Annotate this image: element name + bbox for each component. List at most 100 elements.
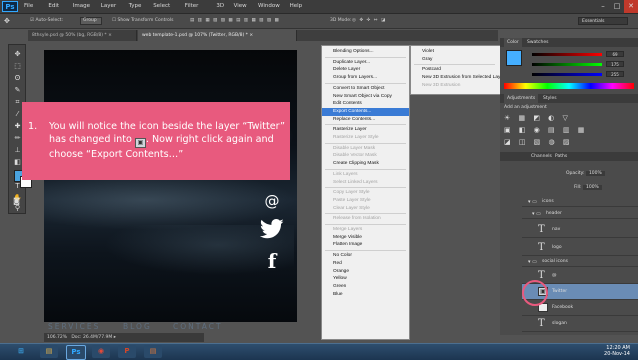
tab-channels[interactable]: Channels	[528, 152, 555, 161]
3d-mode-buttons[interactable]: ◎ ✥ ✣ ⇔ ◪	[352, 17, 386, 25]
clock-date: 20-Nov-14	[604, 351, 630, 357]
folder-icon: ▾ ▭	[528, 259, 537, 265]
menu-item-release-from-isolation: Release from Isolation	[333, 216, 381, 222]
tab-8thsyle[interactable]: 8thsyle.psd @ 50% (bg, RGB/8) * ×	[28, 30, 137, 41]
marquee-tool-icon[interactable]: ⬚	[12, 61, 23, 71]
close-icon[interactable]: ×	[108, 33, 112, 38]
menu-item-replace-contents[interactable]: Replace Contents...	[322, 116, 409, 124]
windows-start-icon[interactable]: ⊞	[12, 345, 30, 358]
green-value[interactable]: 175	[606, 61, 624, 67]
maximize-button[interactable]: □	[610, 0, 624, 13]
menu-image[interactable]: Image	[73, 0, 90, 13]
photoshop-icon[interactable]: Ps	[66, 345, 86, 360]
show-transform-checkbox[interactable]: ☐ Show Transform Controls	[112, 17, 173, 25]
document-canvas[interactable]: @ f	[44, 50, 297, 322]
red-value[interactable]: 69	[606, 51, 624, 57]
minimize-button[interactable]: –	[596, 0, 610, 13]
menu-item-create-clipping-mask[interactable]: Create Clipping Mask	[322, 160, 409, 168]
menu-select[interactable]: Select	[153, 0, 170, 13]
zoom-level[interactable]: 106.72%	[47, 335, 67, 340]
menu-bar: Ps File Edit Image Layer Type Select Filter 3D V…	[0, 0, 638, 14]
blue-slider[interactable]	[532, 73, 602, 76]
menu-edit[interactable]: Edit	[48, 0, 59, 13]
move-tool-icon[interactable]: ✥	[12, 49, 23, 59]
footer-contact: CONTACT	[173, 322, 223, 331]
tab-web-template[interactable]: web template-1.psd @ 107% (Twitter, RGB/…	[138, 30, 297, 41]
tab-styles[interactable]: Styles	[540, 94, 560, 103]
menu-file[interactable]: File	[24, 0, 33, 13]
menu-view[interactable]: View	[234, 0, 247, 13]
menu-item-blending-options[interactable]: Blending Options...	[322, 48, 409, 56]
quick-select-tool-icon[interactable]: ✎	[12, 85, 23, 95]
callout-number: 1.	[28, 121, 38, 132]
layer-group-header[interactable]: ▾ ▭ header	[522, 209, 638, 219]
menu-type[interactable]: Type	[129, 0, 142, 13]
menu-help[interactable]: Help	[290, 0, 303, 13]
move-tool-icon[interactable]: ✥	[4, 17, 12, 25]
show-transform-label: Show Transform Controls	[117, 18, 174, 23]
auto-select-dropdown[interactable]: Group	[80, 17, 102, 25]
layer-slogan[interactable]: T slogan	[522, 316, 638, 332]
folder-icon: ▾ ▭	[528, 199, 537, 205]
adjustment-icons-row3[interactable]: ◪ ◫ ▧ ◍ ▨	[504, 138, 572, 146]
quick-mask-icon[interactable]: ◙	[11, 196, 22, 206]
menu-window[interactable]: Window	[258, 0, 280, 13]
add-adjustment-label: Add an adjustment	[504, 105, 547, 110]
adjustment-icons-row2[interactable]: ▣ ◧ ◉ ▤ ▥ ▦	[504, 126, 587, 134]
clock[interactable]: 12:20 AM 20-Nov-14	[590, 345, 630, 357]
menu-item-blue[interactable]: Blue	[322, 291, 409, 299]
menu-item-select-linked-layers: Select Linked Layers	[333, 179, 378, 185]
menu-separator	[325, 213, 406, 215]
green-slider[interactable]	[532, 63, 602, 66]
menu-layer[interactable]: Layer	[101, 0, 116, 13]
pdf-icon[interactable]: ▤	[144, 345, 162, 358]
layer-name: Twitter	[552, 289, 568, 294]
auto-select-label: Auto-Select:	[35, 18, 64, 23]
layer-group-icons[interactable]: ▾ ▭ icons	[522, 197, 638, 207]
fill-value[interactable]: 100%	[582, 185, 602, 190]
photoshop-logo-icon: Ps	[2, 1, 18, 12]
menu-filter[interactable]: Filter	[185, 0, 199, 13]
opacity-control[interactable]: Opacity: 100%	[566, 170, 605, 178]
doc-size: Doc: 26.4M/77.9M	[71, 335, 113, 340]
tab-label: 8thsyle.psd @ 50% (bg, RGB/8) *	[32, 33, 107, 38]
red-slider[interactable]	[532, 53, 602, 56]
menu-item-flatten-image[interactable]: Flatten Image	[322, 241, 409, 249]
layer-name: header	[546, 211, 562, 216]
menu-3d[interactable]: 3D	[216, 0, 224, 13]
color-preview[interactable]	[506, 50, 522, 66]
layer-group-social-icons[interactable]: ▾ ▭ social icons	[522, 257, 638, 267]
tab-swatches[interactable]: Swatches	[524, 38, 552, 47]
align-buttons[interactable]: ▤ ▥ ▦ ▧ ▨ ▩ ▤ ▥ ▦ ▧ ▨ ▩	[190, 17, 280, 25]
menu-separator	[325, 124, 406, 126]
window-controls: – □ ✕	[596, 0, 638, 13]
opacity-value[interactable]: 100%	[585, 171, 605, 176]
twitter-icon	[259, 218, 285, 244]
tab-color[interactable]: Color	[504, 38, 522, 47]
lasso-tool-icon[interactable]: ʘ	[12, 73, 23, 83]
blue-value[interactable]: 255	[606, 71, 624, 77]
opacity-label: Opacity:	[566, 171, 585, 176]
layer-logo[interactable]: T logo	[522, 240, 638, 256]
menu-separator	[325, 224, 406, 225]
menu-separator	[325, 82, 406, 84]
text-layer-icon: T	[538, 318, 545, 329]
layer-context-menu: Blending Options... Duplicate Layer... Del…	[321, 45, 410, 340]
tab-adjustments[interactable]: Adjustments	[504, 94, 539, 103]
layer-name: Facebook	[552, 305, 574, 310]
fill-control[interactable]: Fill: 100%	[574, 184, 602, 192]
powerpoint-icon[interactable]: P	[118, 345, 136, 358]
adjustment-icons-row1[interactable]: ☀ ▦ ◩ ◐ ▽	[504, 114, 571, 122]
folder-icon[interactable]: ▤	[40, 345, 58, 358]
menu-item-group-from-layers[interactable]: Group from Layers...	[322, 74, 409, 82]
workspace-dropdown[interactable]: Essentials	[578, 17, 628, 25]
callout-text: You will notice the icon beside the laye…	[49, 120, 303, 161]
chrome-icon[interactable]: ◉	[92, 345, 110, 358]
layer-nav[interactable]: T nav	[522, 222, 638, 238]
close-button[interactable]: ✕	[624, 0, 638, 13]
color-ramp[interactable]	[504, 83, 634, 89]
menu-separator	[414, 64, 495, 66]
auto-select-checkbox[interactable]: ☑ Auto-Select:	[30, 17, 63, 25]
close-icon[interactable]: ×	[249, 33, 253, 38]
tab-paths[interactable]: Paths	[552, 152, 570, 161]
